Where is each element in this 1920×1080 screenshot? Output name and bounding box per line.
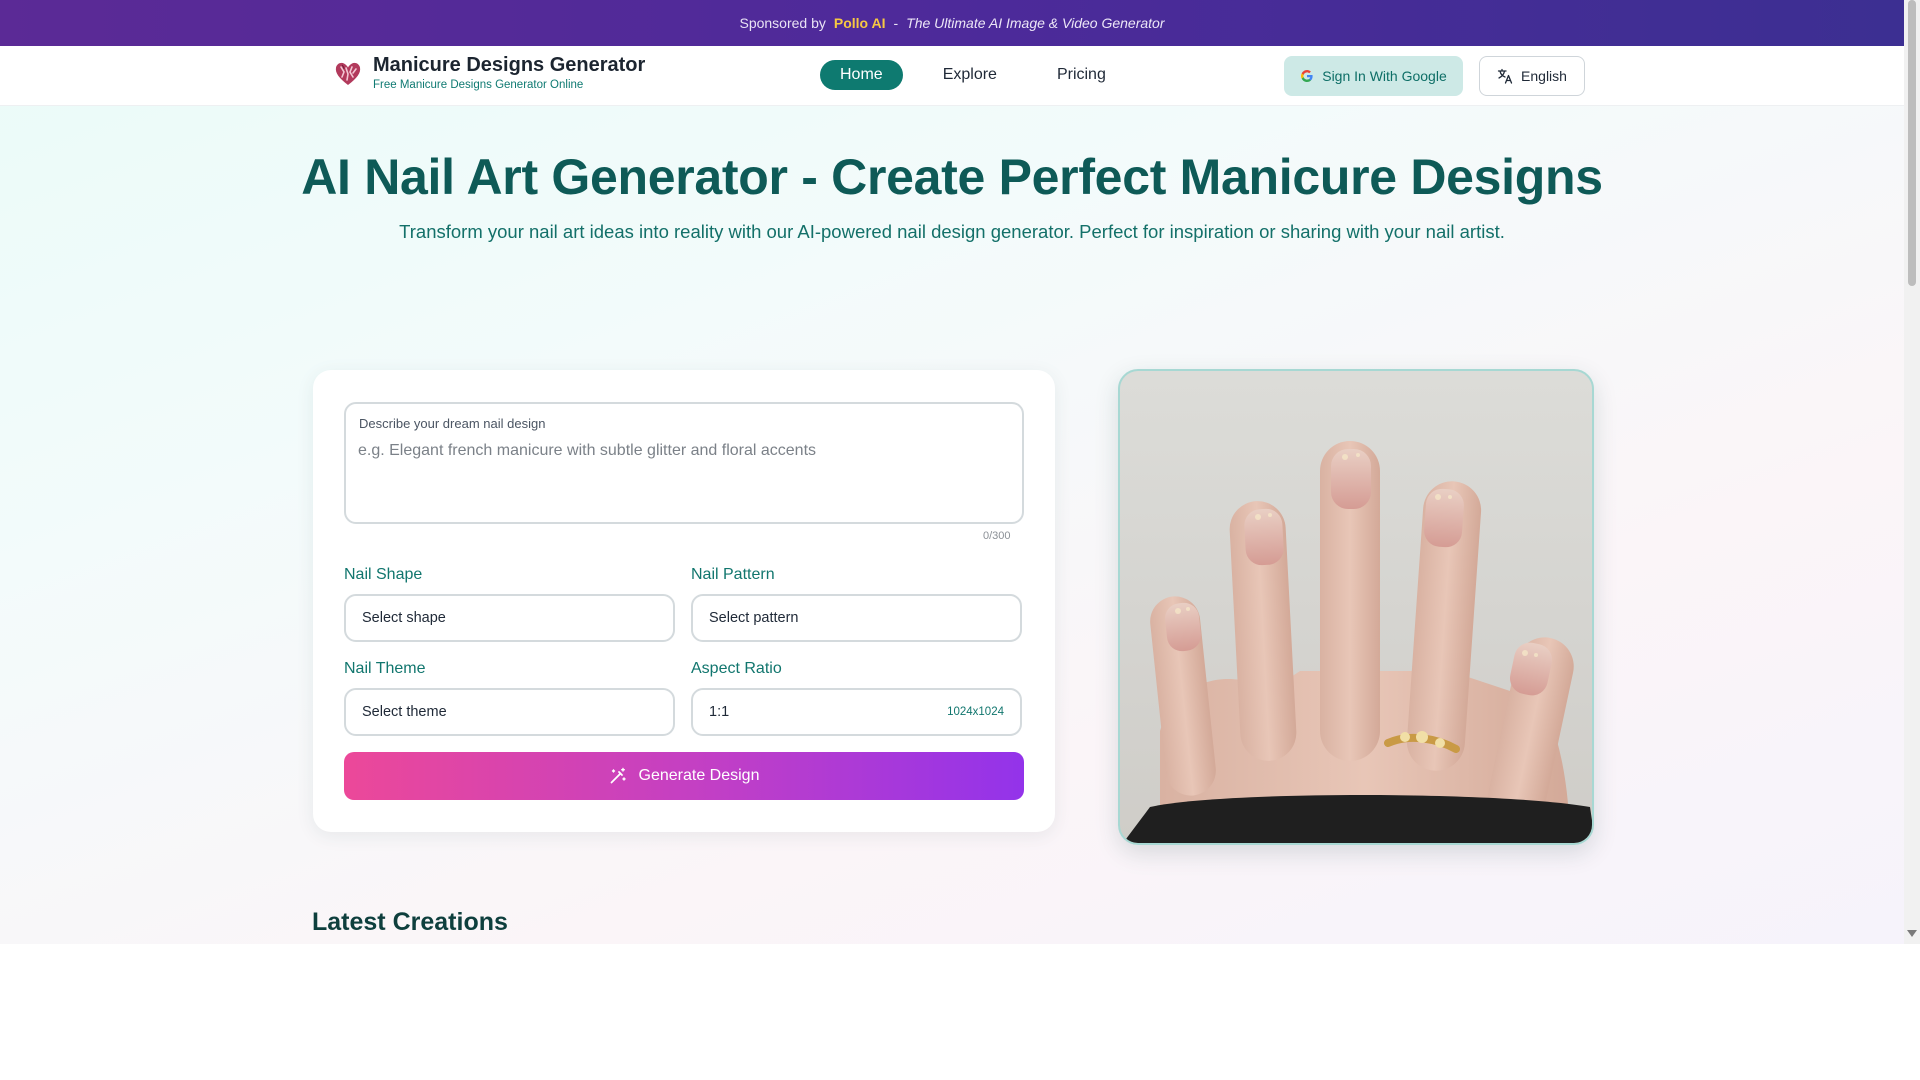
scroll-down-arrow-icon[interactable] <box>1907 930 1917 937</box>
language-label: English <box>1521 68 1567 84</box>
logo-link[interactable]: Manicure Designs Generator Free Manicure… <box>333 54 645 91</box>
aspect-ratio-label: Aspect Ratio <box>691 660 782 677</box>
design-form-card: Describe your dream nail design 0/300 Na… <box>313 370 1055 832</box>
magic-wand-icon <box>610 767 626 784</box>
logo-text: Manicure Designs Generator Free Manicure… <box>373 54 645 91</box>
prompt-field[interactable]: Describe your dream nail design <box>344 402 1024 524</box>
sponsor-separator: - <box>893 15 899 31</box>
nail-theme-label: Nail Theme <box>344 660 426 677</box>
translate-icon <box>1497 68 1513 84</box>
nail-pattern-select[interactable]: Select pattern <box>691 594 1022 642</box>
language-button[interactable]: English <box>1479 56 1585 96</box>
sponsor-prefix: Sponsored by <box>739 15 826 31</box>
nav-pricing[interactable]: Pricing <box>1037 60 1126 90</box>
scrollbar-thumb[interactable] <box>1908 0 1916 286</box>
nail-pattern-label: Nail Pattern <box>691 566 775 583</box>
nav-home[interactable]: Home <box>820 60 903 90</box>
nail-pattern-value: Select pattern <box>709 610 799 626</box>
aspect-ratio-value: 1:1 <box>709 704 730 720</box>
sign-in-label: Sign In With Google <box>1322 68 1447 84</box>
sign-in-google-button[interactable]: Sign In With Google <box>1284 56 1463 96</box>
hero-subtitle: Transform your nail art ideas into reali… <box>399 221 1505 242</box>
site-title: Manicure Designs Generator <box>373 54 646 76</box>
page-viewport: Sponsored by Pollo AI - The Ultimate AI … <box>0 0 1904 944</box>
example-nail-photo <box>1118 369 1594 845</box>
sponsor-tagline: The Ultimate AI Image & Video Generator <box>906 15 1165 31</box>
site-header: Manicure Designs Generator Free Manicure… <box>0 46 1904 106</box>
sponsor-bar[interactable]: Sponsored by Pollo AI - The Ultimate AI … <box>0 0 1904 46</box>
aspect-ratio-select[interactable]: 1:1 1024x1024 <box>691 688 1022 736</box>
nail-hand-illustration <box>1123 441 1592 843</box>
nav-explore[interactable]: Explore <box>923 60 1017 90</box>
nail-shape-label: Nail Shape <box>344 566 423 583</box>
generate-label: Generate Design <box>638 767 760 784</box>
main-nav: Home Explore Pricing <box>820 60 1126 90</box>
heart-logo-icon <box>335 62 361 85</box>
nail-theme-select[interactable]: Select theme <box>344 688 675 736</box>
nail-shape-select[interactable]: Select shape <box>344 594 675 642</box>
prompt-label: Describe your dream nail design <box>359 416 546 431</box>
latest-creations-heading: Latest Creations <box>312 908 508 936</box>
nail-theme-value: Select theme <box>362 704 447 720</box>
prompt-textarea[interactable] <box>358 442 1008 512</box>
generate-design-button[interactable]: Generate Design <box>344 752 1024 800</box>
sponsor-brand-link[interactable]: Pollo AI <box>834 15 886 31</box>
site-subtitle: Free Manicure Designs Generator Online <box>373 79 584 91</box>
character-counter: 0/300 <box>983 530 1011 542</box>
vertical-scrollbar[interactable] <box>1904 0 1920 944</box>
nail-shape-value: Select shape <box>362 610 446 626</box>
aspect-ratio-resolution: 1024x1024 <box>947 706 1004 718</box>
hero-title: AI Nail Art Generator - Create Perfect M… <box>301 149 1603 205</box>
google-icon <box>1301 70 1313 82</box>
